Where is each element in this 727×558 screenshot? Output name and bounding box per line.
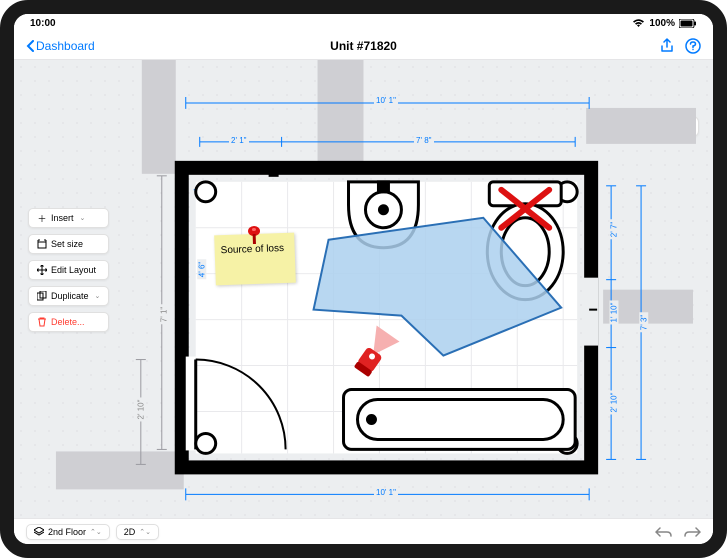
chevron-updown-icon: ⌃⌄	[139, 528, 151, 536]
dim-right-top: 2' 7"	[609, 220, 618, 240]
chevron-updown-icon: ⌃⌄	[90, 528, 102, 536]
dim-right-bottom: 2' 10"	[609, 391, 618, 415]
screen: 10:00 100% Dashboard Unit #71820	[14, 14, 713, 544]
share-icon[interactable]	[659, 38, 675, 54]
status-bar: 10:00 100%	[14, 14, 713, 32]
chevron-updown-icon: ⌄	[80, 214, 86, 222]
duplicate-button[interactable]: Duplicate ⌄	[28, 286, 109, 306]
move-icon	[37, 265, 47, 275]
floor-selector[interactable]: 2nd Floor ⌃⌄	[26, 524, 110, 540]
floorplan-canvas[interactable]: Bathroom	[14, 60, 713, 518]
battery-icon	[679, 19, 697, 28]
battery-percent: 100%	[649, 18, 675, 29]
dim-right-mid: 1' 10"	[609, 301, 618, 325]
plus-icon: ＋	[37, 213, 47, 223]
floorplan-svg	[14, 60, 713, 518]
back-button[interactable]: Dashboard	[26, 39, 95, 53]
sticky-note[interactable]: Source of loss	[214, 233, 296, 286]
resize-icon	[37, 239, 47, 249]
setsize-label: Set size	[51, 239, 83, 249]
bathtub-fixture	[344, 390, 576, 450]
bottom-bar: 2nd Floor ⌃⌄ 2D ⌃⌄	[14, 518, 713, 544]
redo-button[interactable]	[683, 525, 701, 539]
dim-top-total: 10' 1"	[374, 96, 398, 105]
page-title: Unit #71820	[330, 39, 397, 53]
clock: 10:00	[30, 18, 56, 29]
back-label: Dashboard	[36, 39, 95, 53]
help-icon[interactable]	[685, 38, 701, 54]
setsize-button[interactable]: Set size	[28, 234, 109, 254]
editlayout-button[interactable]: Edit Layout	[28, 260, 109, 280]
duplicate-label: Duplicate	[51, 291, 89, 301]
layers-icon	[34, 527, 44, 537]
insert-label: Insert	[51, 213, 74, 223]
undo-button[interactable]	[655, 525, 673, 539]
dim-right-outer: 7' 3"	[639, 313, 648, 333]
delete-button[interactable]: Delete...	[28, 312, 109, 332]
floor-label: 2nd Floor	[48, 527, 86, 537]
dim-left-outer-bottom: 2' 10"	[136, 398, 145, 422]
delete-label: Delete...	[51, 317, 85, 327]
dim-left-inner: 4' 6"	[197, 260, 206, 280]
left-toolbar: ＋ Insert ⌄ Set size Edit Layout Duplicat…	[28, 208, 109, 332]
editlayout-label: Edit Layout	[51, 265, 96, 275]
view-label: 2D	[124, 527, 136, 537]
dim-bottom-total: 10' 1"	[374, 488, 398, 497]
wifi-icon	[632, 18, 645, 28]
view-selector[interactable]: 2D ⌃⌄	[116, 524, 159, 540]
dim-top-left: 2' 1"	[229, 136, 249, 145]
dim-top-right: 7' 8"	[414, 136, 434, 145]
dim-left-outer-top: 7' 1"	[159, 305, 168, 325]
pushpin-icon	[246, 226, 263, 249]
insert-button[interactable]: ＋ Insert ⌄	[28, 208, 109, 228]
duplicate-icon	[37, 291, 47, 301]
chevron-updown-icon: ⌄	[95, 292, 101, 300]
chevron-left-icon	[26, 40, 34, 52]
nav-bar: Dashboard Unit #71820	[14, 32, 713, 60]
device-frame: 10:00 100% Dashboard Unit #71820	[0, 0, 727, 558]
trash-icon	[37, 317, 47, 327]
